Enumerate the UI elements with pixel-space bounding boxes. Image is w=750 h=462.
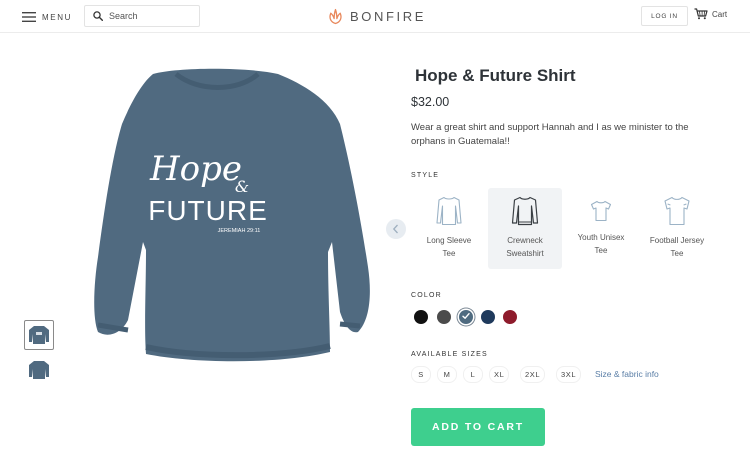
size-option-l[interactable]: L [464, 367, 482, 382]
product-price: $32.00 [411, 95, 450, 109]
style-option-label: Youth Unisex [577, 233, 625, 242]
available-sizes-label: AVAILABLE SIZES [411, 351, 488, 358]
size-option-3xl[interactable]: 3XL [557, 367, 580, 382]
style-option-label: Long Sleeve [426, 236, 472, 245]
style-carousel-prev-button[interactable] [386, 219, 406, 239]
search-box[interactable] [84, 5, 200, 27]
product-image: Hope & FUTURE JEREMIAH 29:11 [94, 68, 370, 362]
add-to-cart-button[interactable]: ADD TO CART [411, 408, 545, 446]
product-description: Wear a great shirt and support Hannah an… [411, 122, 689, 147]
search-input[interactable] [109, 11, 189, 21]
color-swatch-charcoal[interactable] [437, 310, 451, 324]
sweatshirt-thumbnail-icon [29, 326, 49, 344]
size-option-m[interactable]: M [438, 367, 456, 382]
style-option-label: Sweatshirt [506, 249, 544, 258]
print-future: FUTURE [148, 195, 268, 226]
menu-button[interactable]: MENU [22, 9, 72, 25]
color-swatch-maroon[interactable] [503, 310, 517, 324]
style-option-label: Tee [594, 246, 608, 255]
size-option-s[interactable]: S [412, 367, 430, 382]
style-option-label: Tee [442, 249, 456, 258]
style-option-football-jersey-tee[interactable]: Football Jersey Tee [640, 188, 714, 269]
size-option-xl[interactable]: XL [490, 367, 508, 382]
bonfire-flame-icon [329, 8, 342, 24]
brand-name: BONFIRE [350, 8, 426, 24]
football-jersey-icon [664, 196, 690, 226]
login-button[interactable]: LOG IN [641, 6, 688, 26]
color-swatch-black[interactable] [414, 310, 428, 324]
style-label: STYLE [411, 172, 440, 179]
size-option-2xl[interactable]: 2XL [521, 367, 544, 382]
color-swatch-indigo[interactable] [459, 310, 473, 324]
cart-label: Cart [712, 9, 728, 19]
chevron-left-icon [392, 224, 398, 234]
search-icon [93, 11, 103, 21]
print-hope: Hope [149, 149, 242, 189]
style-option-label: Tee [670, 249, 684, 258]
hamburger-icon [22, 12, 36, 22]
sweatshirt-thumbnail-icon [29, 361, 49, 379]
cart-icon [694, 8, 708, 20]
menu-label: MENU [42, 12, 72, 22]
color-label: COLOR [411, 292, 442, 299]
brand-logo[interactable]: BONFIRE [327, 6, 426, 26]
site-header: MENU BONFIRE LOG IN Cart [0, 0, 750, 33]
check-icon [462, 313, 470, 319]
long-sleeve-tee-icon [436, 196, 462, 226]
youth-tee-icon [590, 200, 612, 222]
cart-link[interactable]: Cart [694, 8, 727, 20]
style-option-youth-unisex-tee[interactable]: Youth Unisex Tee [564, 188, 638, 269]
crewneck-sweatshirt-icon [511, 196, 539, 226]
print-ampersand: & [235, 177, 249, 196]
style-option-label: Football Jersey [649, 236, 705, 245]
style-option-crewneck-sweatshirt[interactable]: Crewneck Sweatshirt [488, 188, 562, 269]
style-option-long-sleeve-tee[interactable]: Long Sleeve Tee [412, 188, 486, 269]
style-option-label: Crewneck [507, 236, 543, 245]
thumbnail-front[interactable] [24, 320, 54, 350]
product-title: Hope & Future Shirt [415, 66, 576, 85]
size-fabric-info-link[interactable]: Size & fabric info [595, 369, 659, 379]
print-verse: JEREMIAH 29:11 [218, 228, 261, 234]
color-swatch-navy[interactable] [481, 310, 495, 324]
thumbnail-back[interactable] [24, 355, 54, 385]
